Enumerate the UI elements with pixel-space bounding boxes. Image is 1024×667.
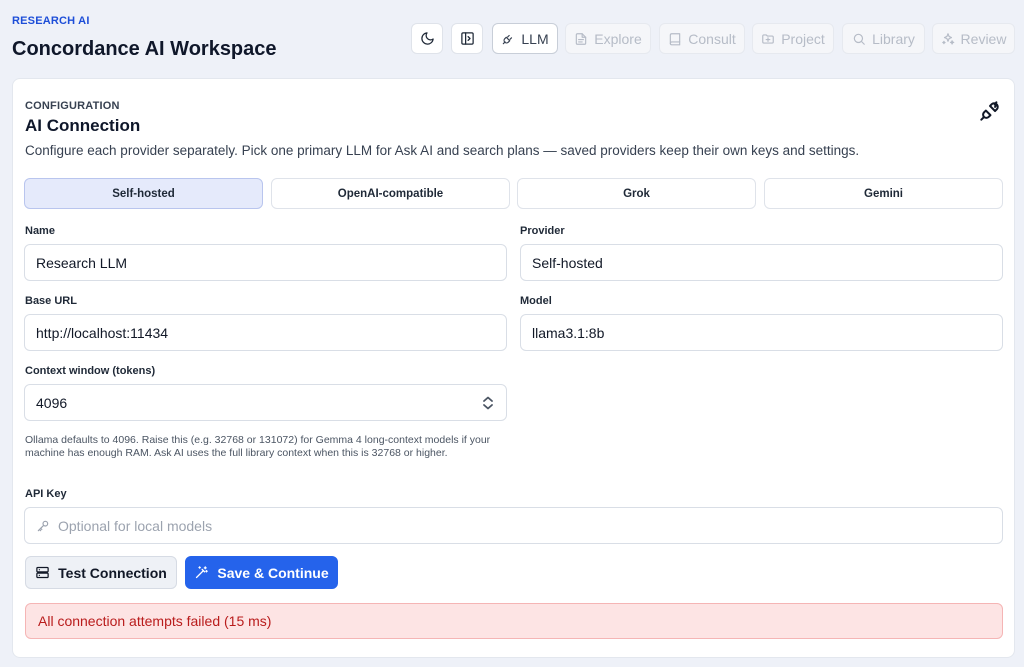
nav-explore-label: Explore: [594, 30, 642, 47]
base-url-field-value: http://localhost:11434: [36, 324, 169, 341]
plug-icon: [980, 101, 999, 121]
base-url-label: Base URL: [25, 295, 77, 307]
nav-review-label: Review: [960, 30, 1007, 47]
api-key-input[interactable]: [58, 517, 991, 534]
key-icon: [37, 520, 49, 531]
base-url-field[interactable]: http://localhost:11434: [24, 314, 507, 351]
nav-project-label: Project: [781, 30, 825, 47]
book-icon: [670, 32, 681, 45]
section-eyebrow: CONFIGURATION: [25, 100, 120, 112]
connection-error-text: All connection attempts failed (15 ms): [38, 613, 272, 629]
provider-tab-gemini[interactable]: Gemini: [764, 178, 1003, 209]
sidebar-panel-icon: [460, 32, 474, 45]
provider-tab-openai-compatible[interactable]: OpenAI-compatible: [271, 178, 510, 209]
server-icon: [36, 566, 49, 579]
model-field-value: llama3.1:8b: [532, 324, 605, 341]
brand-tag: RESEARCH AI: [12, 15, 90, 27]
nav-llm-label: LLM: [521, 30, 549, 47]
context-window-field[interactable]: 4096: [24, 384, 507, 421]
model-label: Model: [520, 295, 552, 307]
name-field[interactable]: Research LLM: [24, 244, 507, 281]
nav-llm[interactable]: LLM: [492, 23, 558, 54]
nav-consult-label: Consult: [688, 30, 736, 47]
ai-connection-card: CONFIGURATION AI Connection Configure ea…: [12, 78, 1015, 658]
magic-wand-icon: [196, 566, 209, 579]
test-connection-button[interactable]: Test Connection: [25, 556, 177, 589]
model-field[interactable]: llama3.1:8b: [520, 314, 1003, 351]
app-title: Concordance AI Workspace: [12, 38, 277, 60]
nav-explore[interactable]: Explore: [565, 23, 651, 54]
connection-error-alert: All connection attempts failed (15 ms): [25, 603, 1003, 639]
folder-plus-icon: [762, 33, 775, 44]
nav-library-label: Library: [872, 30, 915, 47]
name-label: Name: [25, 225, 55, 237]
stepper-icon[interactable]: [481, 395, 495, 411]
section-description: Configure each provider separately. Pick…: [25, 143, 860, 158]
section-title: AI Connection: [25, 116, 141, 135]
provider-label: Provider: [520, 225, 565, 237]
search-icon: [853, 33, 865, 45]
context-window-label: Context window (tokens): [25, 365, 156, 377]
name-field-value: Research LLM: [36, 254, 128, 271]
api-key-field[interactable]: [24, 507, 1003, 544]
theme-toggle-button[interactable]: [411, 23, 443, 54]
nav-review[interactable]: Review: [932, 23, 1015, 54]
context-window-help: Ollama defaults to 4096. Raise this (e.g…: [25, 434, 491, 459]
context-window-value: 4096: [36, 394, 68, 411]
connection-status-button[interactable]: [978, 99, 1002, 123]
provider-tab-grok[interactable]: Grok: [517, 178, 756, 209]
nav-consult[interactable]: Consult: [659, 23, 745, 54]
provider-field[interactable]: Self-hosted: [520, 244, 1003, 281]
save-continue-label: Save & Continue: [217, 564, 329, 581]
panel-toggle-button[interactable]: [451, 23, 483, 54]
api-key-label: API Key: [25, 488, 67, 500]
nav-library[interactable]: Library: [842, 23, 925, 54]
nav-project[interactable]: Project: [752, 23, 834, 54]
save-continue-button[interactable]: Save & Continue: [185, 556, 338, 589]
provider-tab-self-hosted[interactable]: Self-hosted: [24, 178, 263, 209]
plug-icon: [503, 34, 513, 44]
document-icon: [576, 32, 587, 45]
sparkles-icon: [941, 32, 954, 45]
test-connection-label: Test Connection: [58, 564, 167, 581]
moon-icon: [420, 32, 434, 45]
provider-field-value: Self-hosted: [532, 254, 603, 271]
